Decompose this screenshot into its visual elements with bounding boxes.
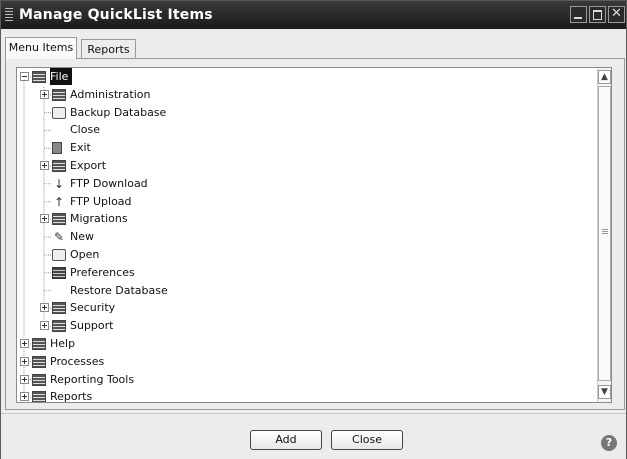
folder-icon [52,320,66,333]
close-window-button[interactable]: ✕ [608,6,625,23]
tree-item-label: File [50,68,73,85]
tree-item-label: Administration [70,87,151,101]
upload-icon: ↑ [53,194,65,209]
manage-quicklist-window: Manage QuickList Items ✕ Menu Items Repo… [0,0,627,459]
preferences-icon [52,266,66,279]
tree-item-processes[interactable]: Processes [17,353,595,371]
close-button[interactable]: Close [331,430,403,450]
vertical-scrollbar[interactable]: ▲ ▼ [597,68,611,402]
tree-item-label: Open [70,248,100,261]
tree-item-label: FTP Upload [70,194,132,208]
open-icon [52,249,66,261]
folder-icon [52,160,66,172]
tab-menu-items[interactable]: Menu Items [5,37,77,59]
scroll-down-button[interactable]: ▼ [598,385,611,399]
tree-item-label: Reports [50,390,93,403]
expand-toggle-icon[interactable] [40,214,49,224]
expand-toggle-icon[interactable] [20,374,29,384]
tree-item-label: Exit [70,141,91,155]
collapse-toggle-icon[interactable] [20,72,29,81]
tree-item-preferences[interactable]: Preferences [17,264,595,282]
tab-strip: Menu Items Reports [1,29,626,59]
expand-toggle-icon[interactable] [40,89,49,99]
folder-icon [32,338,46,350]
tree-item-label: FTP Download [70,176,148,190]
tree-item-label: Migrations [70,212,128,226]
tree-item-new[interactable]: ✎ New [17,228,595,246]
tree-item-reporting-tools[interactable]: Reporting Tools [17,371,595,389]
folder-icon [32,373,46,386]
tree-item-label: Security [70,301,116,315]
tree-item-label: Reporting Tools [50,372,135,386]
maximize-button[interactable] [589,6,606,23]
tree-item-close[interactable]: Close [17,121,595,139]
scroll-thumb[interactable] [598,86,611,381]
scroll-up-button[interactable]: ▲ [598,70,611,84]
minimize-button[interactable] [570,6,587,23]
folder-icon [52,88,66,101]
tree-item-reports[interactable]: Reports [17,388,595,403]
help-icon[interactable]: ? [601,435,617,451]
tree-item-help[interactable]: Help [17,335,595,353]
new-icon: ✎ [53,230,65,245]
close-icon: ✕ [611,6,622,21]
tree-item-label: New [70,230,94,244]
expand-toggle-icon[interactable] [40,161,49,170]
title-bar[interactable]: Manage QuickList Items ✕ [1,1,626,29]
tree-item-migrations[interactable]: Migrations [17,210,595,228]
grip-icon [5,8,13,22]
expand-toggle-icon[interactable] [20,392,29,402]
tab-panel: File Administration Backup Database Close Ex… [5,58,625,410]
tab-reports[interactable]: Reports [81,39,136,58]
expand-toggle-icon[interactable] [40,321,49,331]
tree-item-restore-database[interactable]: Restore Database [17,282,595,300]
tree-item-exit[interactable]: Exit [17,139,595,157]
tree-item-label: Help [50,337,76,350]
window-title: Manage QuickList Items [19,7,213,23]
tree-item-label: Processes [50,354,105,368]
tree-item-ftp-download[interactable]: ↓ FTP Download [17,175,595,193]
tree-item-open[interactable]: Open [17,246,595,264]
expand-toggle-icon[interactable] [20,356,29,366]
folder-icon [52,302,66,315]
folder-icon [32,355,46,368]
grip-icon [602,229,608,234]
tree-item-label: Preferences [70,265,135,279]
tree-item-label: Close [70,123,100,137]
backup-icon [52,106,66,119]
tree-item-file[interactable]: File [17,68,595,86]
tree-item-security[interactable]: Security [17,299,595,317]
tree-item-support[interactable]: Support [17,317,595,335]
menu-items-tree[interactable]: File Administration Backup Database Close Ex… [16,67,612,403]
dialog-footer: Add Close ? [1,413,626,459]
tree-item-ftp-upload[interactable]: ↑ FTP Upload [17,193,595,211]
folder-icon [52,213,66,226]
expand-toggle-icon[interactable] [40,303,49,313]
expand-toggle-icon[interactable] [20,339,29,348]
folder-icon [32,71,46,83]
tree-item-label: Restore Database [70,283,168,297]
tree-item-label: Backup Database [70,105,167,119]
tree-item-administration[interactable]: Administration [17,86,595,104]
download-icon: ↓ [53,176,65,191]
tree-item-label: Export [70,159,107,172]
tree-item-label: Support [70,319,114,333]
exit-icon [52,142,62,155]
tree-item-export[interactable]: Export [17,157,595,175]
tree-item-backup-database[interactable]: Backup Database [17,104,595,122]
folder-icon [32,391,46,402]
add-button[interactable]: Add [250,430,322,450]
